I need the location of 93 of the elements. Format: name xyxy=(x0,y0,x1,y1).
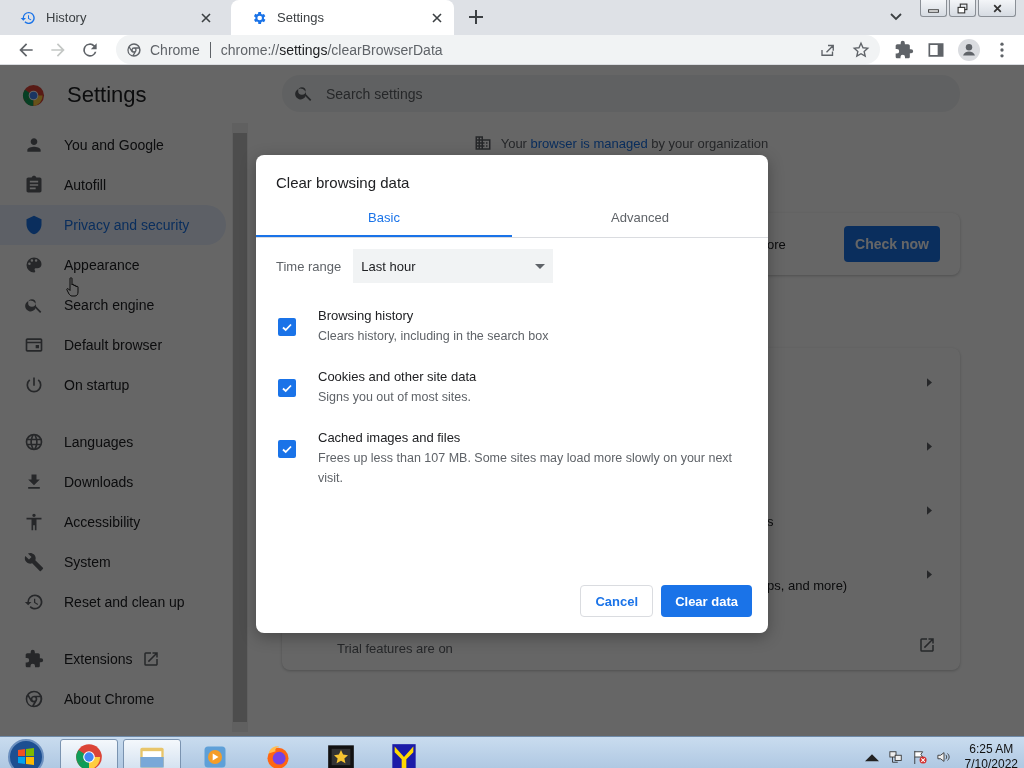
sidebar-item[interactable]: Autofill xyxy=(0,165,226,205)
clear-data-button[interactable]: Clear data xyxy=(661,585,752,617)
clock-date: 7/10/2022 xyxy=(964,756,1018,768)
sidebar-item[interactable]: Languages xyxy=(0,422,226,462)
time-range-dropdown[interactable]: Last hour xyxy=(353,249,554,283)
close-button[interactable] xyxy=(978,0,1016,17)
palette-icon xyxy=(24,255,44,275)
power-icon xyxy=(24,375,44,395)
checkmark-icon xyxy=(281,382,293,394)
speaker-icon[interactable] xyxy=(936,749,951,764)
checkmark-icon xyxy=(281,321,293,333)
browser-window-icon xyxy=(24,335,44,355)
sidebar-item[interactable]: Privacy and security xyxy=(0,205,226,245)
checkbox[interactable] xyxy=(278,379,296,397)
dialog-tab[interactable]: Advanced xyxy=(512,198,768,237)
restore-button[interactable] xyxy=(949,0,976,17)
close-icon xyxy=(991,2,1003,14)
chevron-down-icon[interactable] xyxy=(890,13,902,21)
tab-title: Settings xyxy=(277,10,325,25)
chrome-logo-icon xyxy=(75,742,103,768)
option-title: Cookies and other site data xyxy=(318,368,478,386)
star-film-icon xyxy=(327,742,355,768)
close-icon[interactable] xyxy=(201,12,211,23)
minimize-button[interactable] xyxy=(920,0,947,17)
restore-icon xyxy=(957,2,968,14)
clock[interactable]: 6:25 AM 7/10/2022 xyxy=(964,741,1018,768)
external-link-icon[interactable] xyxy=(918,636,936,654)
row-text: Trial features are on xyxy=(337,641,453,656)
wrench-icon xyxy=(24,552,44,572)
accessibility-icon xyxy=(24,512,44,532)
card-text: ore xyxy=(767,236,787,252)
managed-notice: Your browser is managed by your organization xyxy=(500,135,769,151)
checkmark-icon xyxy=(281,443,293,455)
url-text: chrome://settings/clearBrowserData xyxy=(220,41,443,58)
plus-icon[interactable] xyxy=(469,10,483,24)
y-logo-icon xyxy=(390,742,418,768)
option-description: Clears history, including in the search box xyxy=(318,328,550,345)
minimize-icon xyxy=(928,8,939,13)
arrow-right-icon[interactable] xyxy=(927,377,932,387)
sidebar-item[interactable]: System xyxy=(0,542,226,582)
clipboard-icon xyxy=(24,175,44,195)
scrollbar[interactable] xyxy=(232,123,248,732)
sidebar-item[interactable]: You and Google xyxy=(0,125,226,165)
sidebar-item[interactable]: About Chrome xyxy=(0,679,226,719)
sidebar-item[interactable]: Accessibility xyxy=(0,502,226,542)
chrome-icon xyxy=(126,41,142,58)
option-title: Browsing history xyxy=(318,307,415,325)
row-text: s xyxy=(767,513,774,529)
option-title: Cached images and files xyxy=(318,429,462,447)
sidebar-item[interactable]: On startup xyxy=(0,365,226,405)
browser-tab[interactable]: History xyxy=(0,0,223,35)
close-icon[interactable] xyxy=(432,12,442,23)
dialog-tab[interactable]: Basic xyxy=(256,198,512,237)
tab-title: History xyxy=(46,10,88,25)
clock-time: 6:25 AM xyxy=(969,741,1014,757)
sidebar-item[interactable]: Extensions xyxy=(0,639,226,679)
cancel-button[interactable]: Cancel xyxy=(580,585,654,617)
check-now-button[interactable]: Check now xyxy=(844,226,940,262)
arrow-right-icon[interactable] xyxy=(927,441,932,451)
page-title: Settings xyxy=(67,82,147,108)
search-field[interactable]: Search settings xyxy=(282,75,960,112)
checkbox[interactable] xyxy=(278,440,296,458)
start-button[interactable] xyxy=(6,736,46,768)
arrow-right-icon[interactable] xyxy=(927,569,932,579)
gear-icon xyxy=(251,9,267,26)
browser-tab[interactable]: Settings xyxy=(231,0,454,35)
building-icon xyxy=(473,134,492,152)
chrome-icon xyxy=(24,689,44,709)
puzzle-icon xyxy=(24,649,44,669)
shield-icon xyxy=(24,215,44,235)
sidebar-item[interactable]: Downloads xyxy=(0,462,226,502)
sidebar-item[interactable]: Reset and clean up xyxy=(0,582,226,622)
caret-icon xyxy=(535,263,546,269)
arrow-right-icon[interactable] xyxy=(927,505,932,515)
flag-icon[interactable] xyxy=(912,749,927,764)
history-icon xyxy=(24,592,44,612)
sidebar-item[interactable]: Default browser xyxy=(0,325,226,365)
dialog-title: Clear browsing data xyxy=(275,173,411,193)
site-label: Chrome xyxy=(150,41,200,58)
option-description: Frees up less than 107 MB. Some sites may load more slowly on your next visit. xyxy=(318,450,734,487)
managed-link[interactable]: browser is managed xyxy=(530,135,648,151)
star-icon[interactable] xyxy=(852,40,870,59)
history-icon xyxy=(20,9,36,26)
external-link-icon xyxy=(142,650,161,668)
globe-icon xyxy=(24,432,44,452)
checkbox[interactable] xyxy=(278,318,296,336)
row-text: ps, and more) xyxy=(767,577,848,593)
network-icon[interactable] xyxy=(888,749,903,764)
chrome-logo-icon xyxy=(22,83,45,107)
address-bar[interactable]: Chrome chrome://settings/clearBrowserData xyxy=(116,35,880,64)
time-range-label: Time range xyxy=(276,258,342,274)
option-description: Signs you out of most sites. xyxy=(318,389,472,406)
hand-cursor-icon xyxy=(66,277,80,297)
